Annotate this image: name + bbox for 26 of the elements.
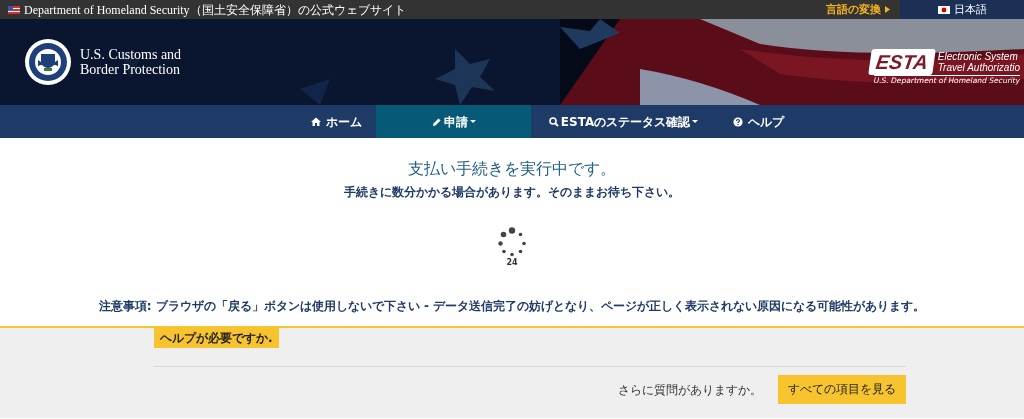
- language-label: 日本語: [953, 2, 987, 18]
- view-all-button[interactable]: すべての項目を見る: [778, 375, 906, 405]
- flag-icon: [8, 5, 20, 14]
- nav-tab[interactable]: 申請: [376, 105, 531, 138]
- help-icon: [732, 116, 743, 127]
- question-text: さらに質問がありますか。: [618, 381, 762, 399]
- seal-icon: [24, 38, 72, 86]
- countdown: 24: [506, 257, 518, 269]
- logo-text: Electronic System: [937, 51, 1018, 62]
- help-heading: ヘルプが必要ですか.: [154, 328, 279, 348]
- page-subtitle: 手続きに数分かかる場合があります。そのままお待ち下さい。: [344, 184, 680, 201]
- search-icon: [548, 116, 559, 127]
- nav-tab[interactable]: ESTAのステータス確認: [531, 105, 716, 138]
- nav-tab[interactable]: ヘルプ: [716, 105, 800, 138]
- nav-tab[interactable]: ホーム: [296, 105, 376, 138]
- logo-text: Travel Authorizatio: [937, 62, 1020, 73]
- page-title: 支払い手続きを実行中です。: [408, 158, 616, 180]
- pencil-icon: [431, 116, 442, 127]
- language-switch[interactable]: 言語の変換: [826, 1, 890, 18]
- home-icon: [310, 116, 321, 127]
- esta-logo: ESTA: [868, 49, 936, 75]
- site-notice: Department of Homeland Security（国土安全保障省）の公式ウェブサイト: [24, 1, 406, 19]
- spinner-icon: [497, 227, 527, 257]
- warning-notice: 注意事項: ブラウザの「戻る」ボタンは使用しないで下さい - データ送信完了の妨げとなり、ページが正しく表示されない原因になる可能性があります。: [98, 298, 926, 315]
- flag-icon: [937, 5, 950, 14]
- agency-name: U.S. Customs and Border Protection: [80, 47, 182, 77]
